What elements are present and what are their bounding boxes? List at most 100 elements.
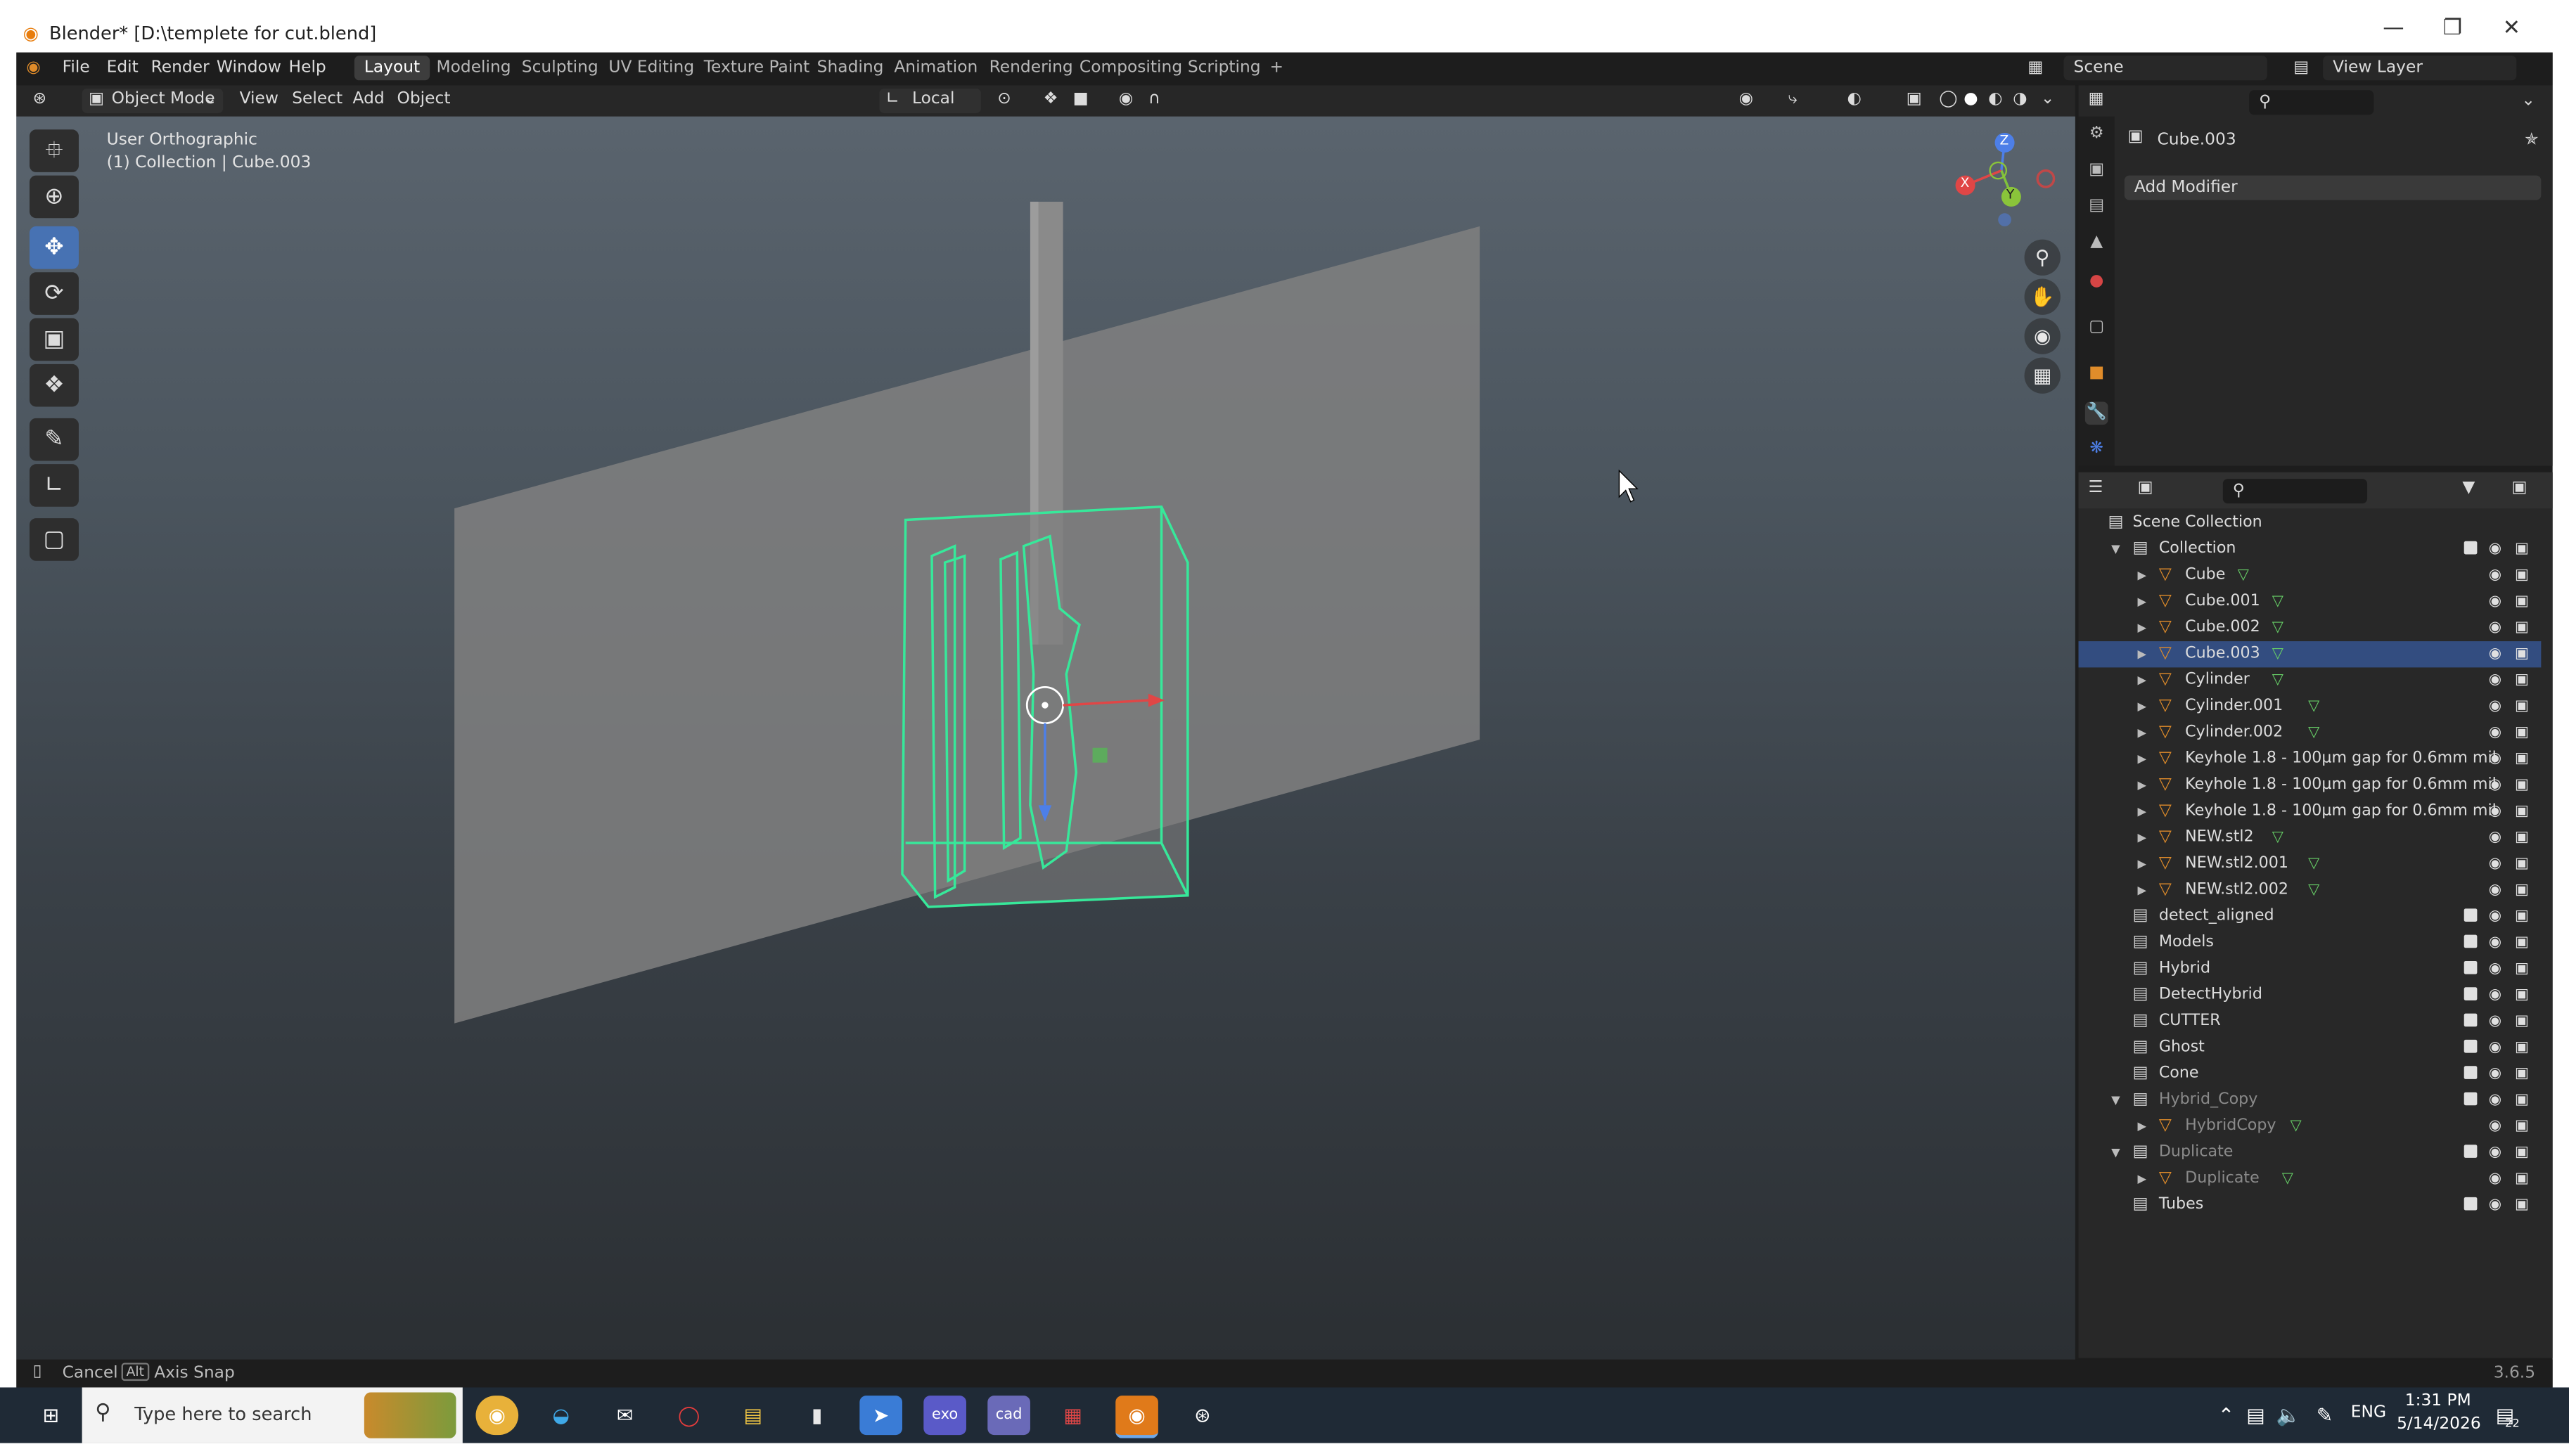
outliner-object-row[interactable]: ▶ ▽ Cube.002 ▽ ◉ ▣ [2079,615,2542,641]
expand-right-icon[interactable]: ▶ [2138,588,2147,614]
blender-menu-icon[interactable]: ◉ [26,59,40,77]
menu-window[interactable]: Window [217,59,281,77]
render-camera-icon[interactable]: ▣ [2515,694,2529,720]
visibility-eye-icon[interactable]: ◉ [2489,956,2501,982]
outliner-object-row[interactable]: ▶ ▽ NEW.stl2 ▽ ◉ ▣ [2079,825,2542,851]
outliner-collection-row[interactable]: ▼ ▤ Duplicate ◉ ▣ [2079,1140,2542,1166]
mesh-data-icon[interactable]: ▽ [2308,851,2319,877]
expand-right-icon[interactable]: ▶ [2138,877,2147,903]
app-icon-1[interactable]: ▮ [795,1396,838,1435]
exclude-checkbox[interactable] [2464,1197,2478,1211]
tool-tab-icon[interactable]: ⚙ [2085,123,2108,146]
overlay-toggle-icon[interactable]: ◐ [1847,90,1862,108]
mesh-data-icon[interactable]: ▽ [2272,588,2283,614]
view-layer-selector[interactable]: View Layer [2323,56,2517,81]
mesh-data-icon[interactable]: ▽ [2272,641,2283,667]
menu-select[interactable]: Select [292,90,342,108]
output-tab-icon[interactable]: ▤ [2085,195,2108,219]
exclude-checkbox[interactable] [2464,934,2478,948]
exclude-checkbox[interactable] [2464,960,2478,974]
expand-down-icon[interactable]: ▼ [2111,1088,2120,1114]
taskbar-search-box[interactable]: ⚲ Type here to search [82,1387,463,1443]
expand-right-icon[interactable]: ▶ [2138,851,2147,877]
xray-toggle-icon[interactable]: ▣ [1907,90,1922,108]
outliner-object-row[interactable]: ▶ ▽ NEW.stl2.001 ▽ ◉ ▣ [2079,851,2542,877]
expand-right-icon[interactable]: ▶ [2138,825,2147,851]
render-camera-icon[interactable]: ▣ [2515,746,2529,772]
workspace-tab-scripting[interactable]: Scripting [1178,56,1271,80]
shading-options-icon[interactable]: ⌄ [2041,90,2055,108]
wireframe-shading-icon[interactable]: ◯ [1939,90,1957,108]
visibility-eye-icon[interactable]: ◉ [2489,588,2501,614]
outliner-object-row[interactable]: ▶ ▽ HybridCopy ▽ ◉ ▣ [2079,1114,2542,1140]
outliner-object-row[interactable]: ▶ ▽ Duplicate ▽ ◉ ▣ [2079,1166,2542,1192]
minimize-button[interactable]: — [2369,16,2418,49]
outliner-object-row[interactable]: ▶ ▽ Cube ▽ ◉ ▣ [2079,562,2542,588]
pan-hand-icon[interactable]: ✋ [2024,278,2061,315]
exclude-checkbox[interactable] [2464,908,2478,922]
expand-right-icon[interactable]: ▶ [2138,641,2147,667]
visibility-eye-icon[interactable]: ◉ [2489,982,2501,1008]
render-camera-icon[interactable]: ▣ [2515,956,2529,982]
edge-icon[interactable]: ◒ [539,1396,582,1435]
render-camera-icon[interactable]: ▣ [2515,930,2529,956]
expand-down-icon[interactable]: ▼ [2111,1140,2120,1166]
visibility-eye-icon[interactable]: ◉ [2489,1140,2501,1166]
filter-icon[interactable]: ▼ [2462,479,2475,497]
render-camera-icon[interactable]: ▣ [2515,536,2529,562]
render-camera-icon[interactable]: ▣ [2515,1061,2529,1087]
transform-orientation-selector[interactable]: ∟ Local [879,88,981,113]
outliner-object-row[interactable]: ▶ ▽ Cylinder.001 ▽ ◉ ▣ [2079,694,2542,720]
windows-start-icon[interactable]: ⊞ [30,1396,72,1435]
expand-right-icon[interactable]: ▶ [2138,1114,2147,1140]
render-camera-icon[interactable]: ▣ [2515,720,2529,746]
render-camera-icon[interactable]: ▣ [2515,588,2529,614]
3d-viewport[interactable]: User Orthographic (1) Collection | Cube.… [16,116,2075,1360]
menu-edit[interactable]: Edit [107,59,139,77]
visibility-eye-icon[interactable]: ◉ [2489,641,2501,667]
outliner-collection-row[interactable]: ▤ detect_aligned ◉ ▣ [2079,903,2542,929]
visibility-eye-icon[interactable]: ◉ [2489,930,2501,956]
language-indicator[interactable]: ENG [2351,1404,2386,1422]
menu-add[interactable]: Add [353,90,385,108]
outliner-collection-row[interactable]: ▤ DetectHybrid ◉ ▣ [2079,982,2542,1008]
visibility-eye-icon[interactable]: ◉ [2489,536,2501,562]
exocad-icon[interactable]: exo [923,1396,966,1436]
outliner-object-row[interactable]: ▶ ▽ Keyhole 1.8 - 100µm gap for 0.6mm mil ◉… [2079,746,2542,772]
outliner-collection-row[interactable]: ▤ Cone ◉ ▣ [2079,1061,2542,1087]
render-camera-icon[interactable]: ▣ [2515,1140,2529,1166]
visibility-eye-icon[interactable]: ◉ [2489,1035,2501,1061]
render-camera-icon[interactable]: ▣ [2515,903,2529,929]
render-camera-icon[interactable]: ▣ [2515,877,2529,903]
outliner-collection-row[interactable]: ▤ Ghost ◉ ▣ [2079,1035,2542,1061]
grid-view-icon[interactable]: ▦ [2024,357,2061,394]
outliner-collection-row[interactable]: ▼ ▤ Hybrid_Copy ◉ ▣ [2079,1088,2542,1114]
display-mode-icon[interactable]: ▣ [2138,479,2153,497]
visibility-eye-icon[interactable]: ◉ [2489,1114,2501,1140]
proportional-edit-icon[interactable]: ◉ [1119,90,1133,108]
render-camera-icon[interactable]: ▣ [2515,562,2529,588]
outliner-search-input[interactable]: ⚲ [2222,479,2368,504]
chrome-icon[interactable]: ◉ [475,1396,519,1436]
mesh-data-icon[interactable]: ▽ [2272,667,2283,693]
visibility-eye-icon[interactable]: ◉ [2489,720,2501,746]
mesh-data-icon[interactable]: ▽ [2282,1166,2293,1192]
render-camera-icon[interactable]: ▣ [2515,1035,2529,1061]
expand-right-icon[interactable]: ▶ [2138,720,2147,746]
snap-icon[interactable]: ❖ [1044,90,1058,108]
new-collection-icon[interactable]: ▣ [2511,479,2527,497]
falloff-icon[interactable]: ∩ [1148,90,1160,108]
properties-search-input[interactable]: ⚲ [2249,90,2374,115]
expand-right-icon[interactable]: ▶ [2138,799,2147,825]
modifier-tab-icon[interactable]: 🔧 [2084,401,2108,425]
winrar-icon[interactable]: ▦ [1051,1396,1094,1435]
menu-help[interactable]: Help [289,59,326,77]
render-camera-icon[interactable]: ▣ [2515,1166,2529,1192]
plane-handle[interactable] [1092,747,1108,763]
menu-view[interactable]: View [240,90,278,108]
expand-right-icon[interactable]: ▶ [2138,746,2147,772]
outliner-collection-row[interactable]: ▤ CUTTER ◉ ▣ [2079,1009,2542,1035]
mesh-data-icon[interactable]: ▽ [2308,720,2319,746]
render-camera-icon[interactable]: ▣ [2515,799,2529,825]
object-tab-icon[interactable]: ■ [2085,363,2108,386]
